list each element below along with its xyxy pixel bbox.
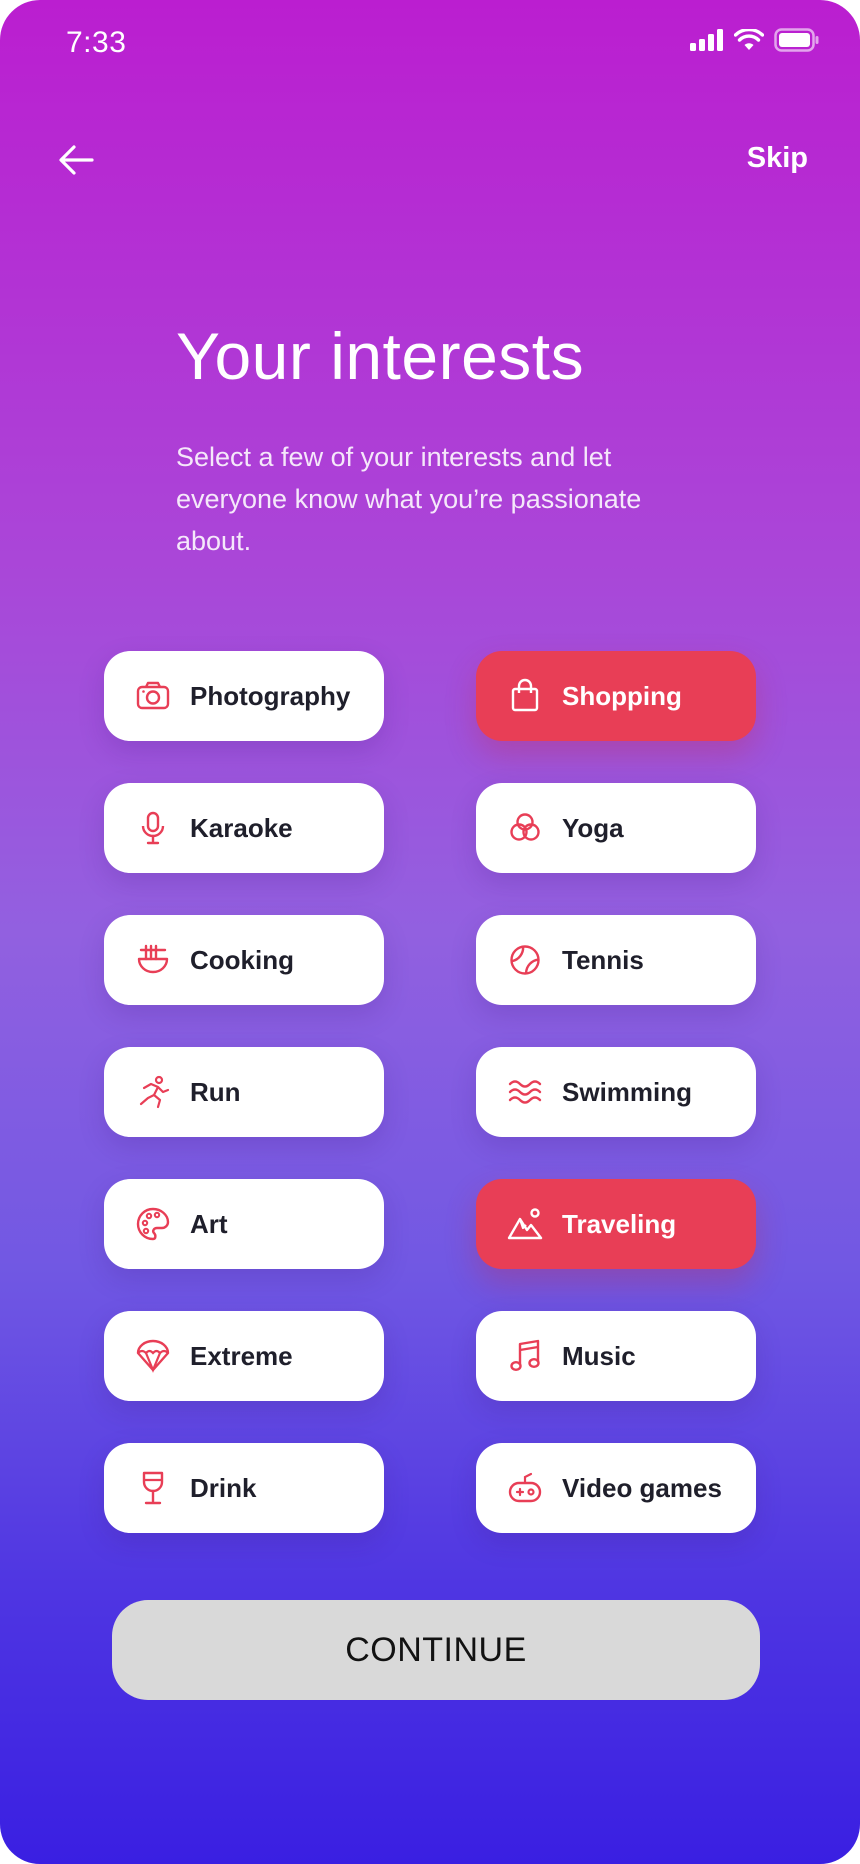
interest-chip-label: Karaoke xyxy=(190,812,293,843)
interest-chip-drink[interactable]: Drink xyxy=(104,1443,384,1533)
signal-icon xyxy=(690,29,723,51)
interest-chip-label: Video games xyxy=(562,1472,722,1503)
camera-icon xyxy=(134,677,172,715)
interest-chip-label: Photography xyxy=(190,680,351,711)
parachute-icon xyxy=(134,1337,172,1375)
status-time: 7:33 xyxy=(66,26,127,59)
interest-chip-shopping[interactable]: Shopping xyxy=(476,651,756,741)
interest-chip-label: Shopping xyxy=(562,680,682,711)
wifi-icon xyxy=(734,29,764,50)
status-icons xyxy=(690,28,820,52)
runner-icon xyxy=(134,1073,172,1111)
interest-chip-label: Music xyxy=(562,1340,636,1371)
yoga-circles-icon xyxy=(506,809,544,847)
interest-chip-label: Drink xyxy=(190,1472,257,1503)
interest-chip-label: Extreme xyxy=(190,1340,293,1371)
waves-icon xyxy=(506,1073,544,1111)
interest-chip-video-games[interactable]: Video games xyxy=(476,1443,756,1533)
continue-button[interactable]: CONTINUE xyxy=(112,1600,760,1700)
interest-chip-music[interactable]: Music xyxy=(476,1311,756,1401)
page-subtitle: Select a few of your interests and let e… xyxy=(176,442,642,556)
shopping-bag-icon xyxy=(506,677,544,715)
interest-chip-photography[interactable]: Photography xyxy=(104,651,384,741)
interest-chip-run[interactable]: Run xyxy=(104,1047,384,1137)
onboarding-screen: 7:33 Skip Your interests Select a few of… xyxy=(0,0,860,1864)
palette-icon xyxy=(134,1205,172,1243)
interest-chip-label: Traveling xyxy=(562,1208,677,1239)
interest-chip-tennis[interactable]: Tennis xyxy=(476,915,756,1005)
mountain-sun-icon xyxy=(506,1205,544,1243)
tennis-ball-icon xyxy=(506,941,544,979)
interest-chip-label: Run xyxy=(190,1076,241,1107)
interest-chip-cooking[interactable]: Cooking xyxy=(104,915,384,1005)
arrow-left-icon xyxy=(59,145,94,175)
interest-chip-art[interactable]: Art xyxy=(104,1179,384,1269)
interest-chip-karaoke[interactable]: Karaoke xyxy=(104,783,384,873)
interest-chip-swimming[interactable]: Swimming xyxy=(476,1047,756,1137)
gamepad-icon xyxy=(506,1469,544,1507)
wine-glass-icon xyxy=(134,1469,172,1507)
interest-chip-yoga[interactable]: Yoga xyxy=(476,783,756,873)
interest-chip-label: Yoga xyxy=(562,812,624,843)
noodle-bowl-icon xyxy=(134,941,172,979)
battery-icon xyxy=(774,28,819,52)
interest-chip-label: Art xyxy=(190,1208,228,1239)
interest-chip-traveling[interactable]: Traveling xyxy=(476,1179,756,1269)
music-note-icon xyxy=(506,1337,544,1375)
interest-chip-extreme[interactable]: Extreme xyxy=(104,1311,384,1401)
skip-button[interactable]: Skip xyxy=(747,142,808,175)
microphone-icon xyxy=(134,809,172,847)
interest-chip-label: Cooking xyxy=(190,944,294,975)
back-button[interactable] xyxy=(56,140,96,180)
interest-chip-label: Tennis xyxy=(562,944,644,975)
page-title: Your interests xyxy=(176,319,585,393)
interest-chip-label: Swimming xyxy=(562,1076,693,1107)
